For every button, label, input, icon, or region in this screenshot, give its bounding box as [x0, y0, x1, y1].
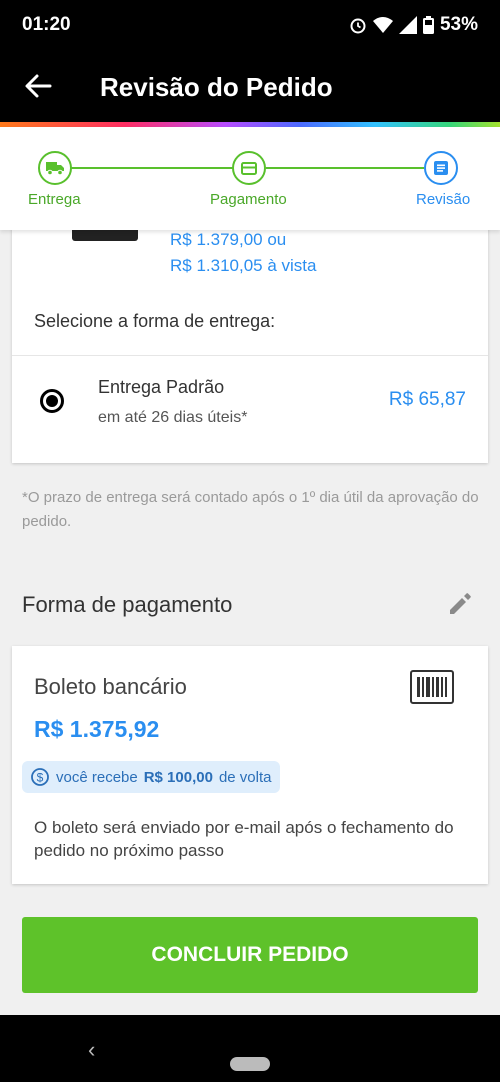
battery-level: 53%: [439, 14, 478, 35]
payment-method: Boleto bancário: [34, 674, 187, 699]
step-pagamento[interactable]: [232, 151, 266, 185]
status-time: 01:20: [22, 14, 71, 35]
wifi-icon: [372, 17, 393, 33]
nav-home-pill[interactable]: [230, 1057, 270, 1071]
page-title: Revisão do Pedido: [100, 72, 333, 102]
divider: [12, 355, 488, 356]
payment-amount: R$ 1.375,92: [34, 716, 160, 742]
edit-pencil-icon[interactable]: [446, 590, 474, 618]
payment-info: O boleto será enviado por e-mail após o …: [34, 818, 454, 860]
battery-icon: [422, 16, 434, 34]
checkout-stepper: Entrega Pagamento Revisão: [0, 127, 500, 230]
nav-back-icon[interactable]: ‹: [88, 1037, 95, 1063]
delivery-option-radio[interactable]: [40, 389, 64, 413]
product-price-installments: R$ 1.379,00 ou: [170, 230, 287, 249]
svg-text:$: $: [37, 771, 44, 785]
conclude-order-button[interactable]: CONCLUIR PEDIDO: [22, 917, 478, 993]
delivery-option-name[interactable]: Entrega Padrão: [98, 377, 224, 398]
system-nav-bar: ‹: [0, 1015, 500, 1082]
status-bar: 01:20 53%: [0, 0, 500, 50]
alarm-icon: [350, 18, 366, 34]
truck-icon: [46, 162, 64, 175]
product-price-cash: R$ 1.310,05 à vista: [170, 256, 317, 275]
order-card: R$ 1.379,00 ou R$ 1.310,05 à vista Selec…: [12, 225, 488, 463]
back-arrow-icon[interactable]: [24, 72, 52, 100]
step-connector: [70, 167, 234, 169]
step-label-revisao[interactable]: Revisão: [416, 191, 470, 208]
cashback-icon: $: [31, 768, 49, 786]
cashback-suffix: de volta: [218, 768, 272, 786]
step-connector: [266, 167, 424, 169]
radio-selected-dot: [46, 395, 58, 407]
barcode-icon: [410, 670, 454, 704]
step-label-entrega[interactable]: Entrega: [28, 191, 81, 208]
step-revisao[interactable]: [424, 151, 458, 185]
cashback-badge: $ você recebe R$ 100,00 de volta: [22, 761, 280, 793]
cashback-prefix: você recebe: [56, 768, 138, 786]
cashback-value: R$ 100,00: [143, 768, 213, 786]
delivery-option-price: R$ 65,87: [388, 389, 466, 410]
delivery-option-eta: em até 26 dias úteis*: [98, 409, 248, 426]
delivery-section-title: Selecione a forma de entrega:: [34, 311, 276, 331]
signal-icon: [398, 16, 417, 34]
step-label-pagamento[interactable]: Pagamento: [210, 191, 287, 208]
card-icon: [241, 161, 257, 175]
document-icon: [434, 161, 448, 175]
step-entrega[interactable]: [38, 151, 72, 185]
delivery-note: *O prazo de entrega será contado após o …: [22, 489, 479, 530]
app-bar: Revisão do Pedido: [0, 50, 500, 122]
payment-heading: Forma de pagamento: [22, 592, 233, 617]
status-icons: 53%: [349, 14, 478, 36]
